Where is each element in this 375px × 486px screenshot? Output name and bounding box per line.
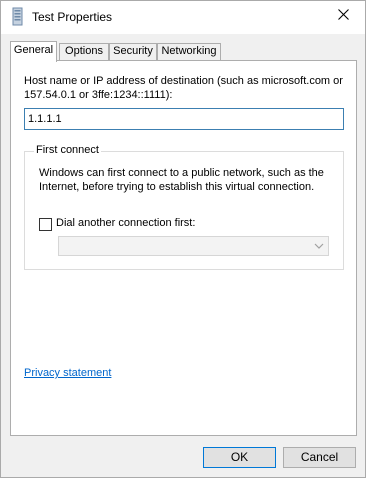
- tab-general[interactable]: General: [10, 41, 57, 62]
- general-tab-panel: Host name or IP address of destination (…: [10, 60, 357, 436]
- dial-checkbox-label[interactable]: Dial another connection first:: [56, 217, 195, 229]
- ok-button[interactable]: OK: [203, 447, 276, 468]
- first-connect-label: First connect: [34, 144, 101, 156]
- title-bar: Test Properties: [1, 1, 365, 34]
- tab-security[interactable]: Security: [109, 43, 157, 60]
- close-button[interactable]: [321, 1, 365, 27]
- window-title: Test Properties: [32, 10, 113, 24]
- first-connect-group: First connect Windows can first connect …: [24, 144, 344, 270]
- host-label: Host name or IP address of destination (…: [24, 75, 343, 101]
- phone-icon: [12, 7, 23, 26]
- properties-dialog: Test Properties General Options Security…: [0, 0, 366, 478]
- chevron-down-icon: [314, 243, 324, 249]
- first-connect-description: Windows can first connect to a public ne…: [39, 167, 324, 193]
- tab-options[interactable]: Options: [59, 43, 109, 60]
- close-icon: [337, 8, 349, 20]
- tab-networking[interactable]: Networking: [157, 43, 221, 60]
- dial-connection-dropdown[interactable]: [58, 236, 329, 256]
- privacy-statement-link[interactable]: Privacy statement: [24, 367, 111, 379]
- cancel-button[interactable]: Cancel: [283, 447, 356, 468]
- host-input[interactable]: [24, 108, 344, 130]
- dial-checkbox[interactable]: [39, 218, 52, 231]
